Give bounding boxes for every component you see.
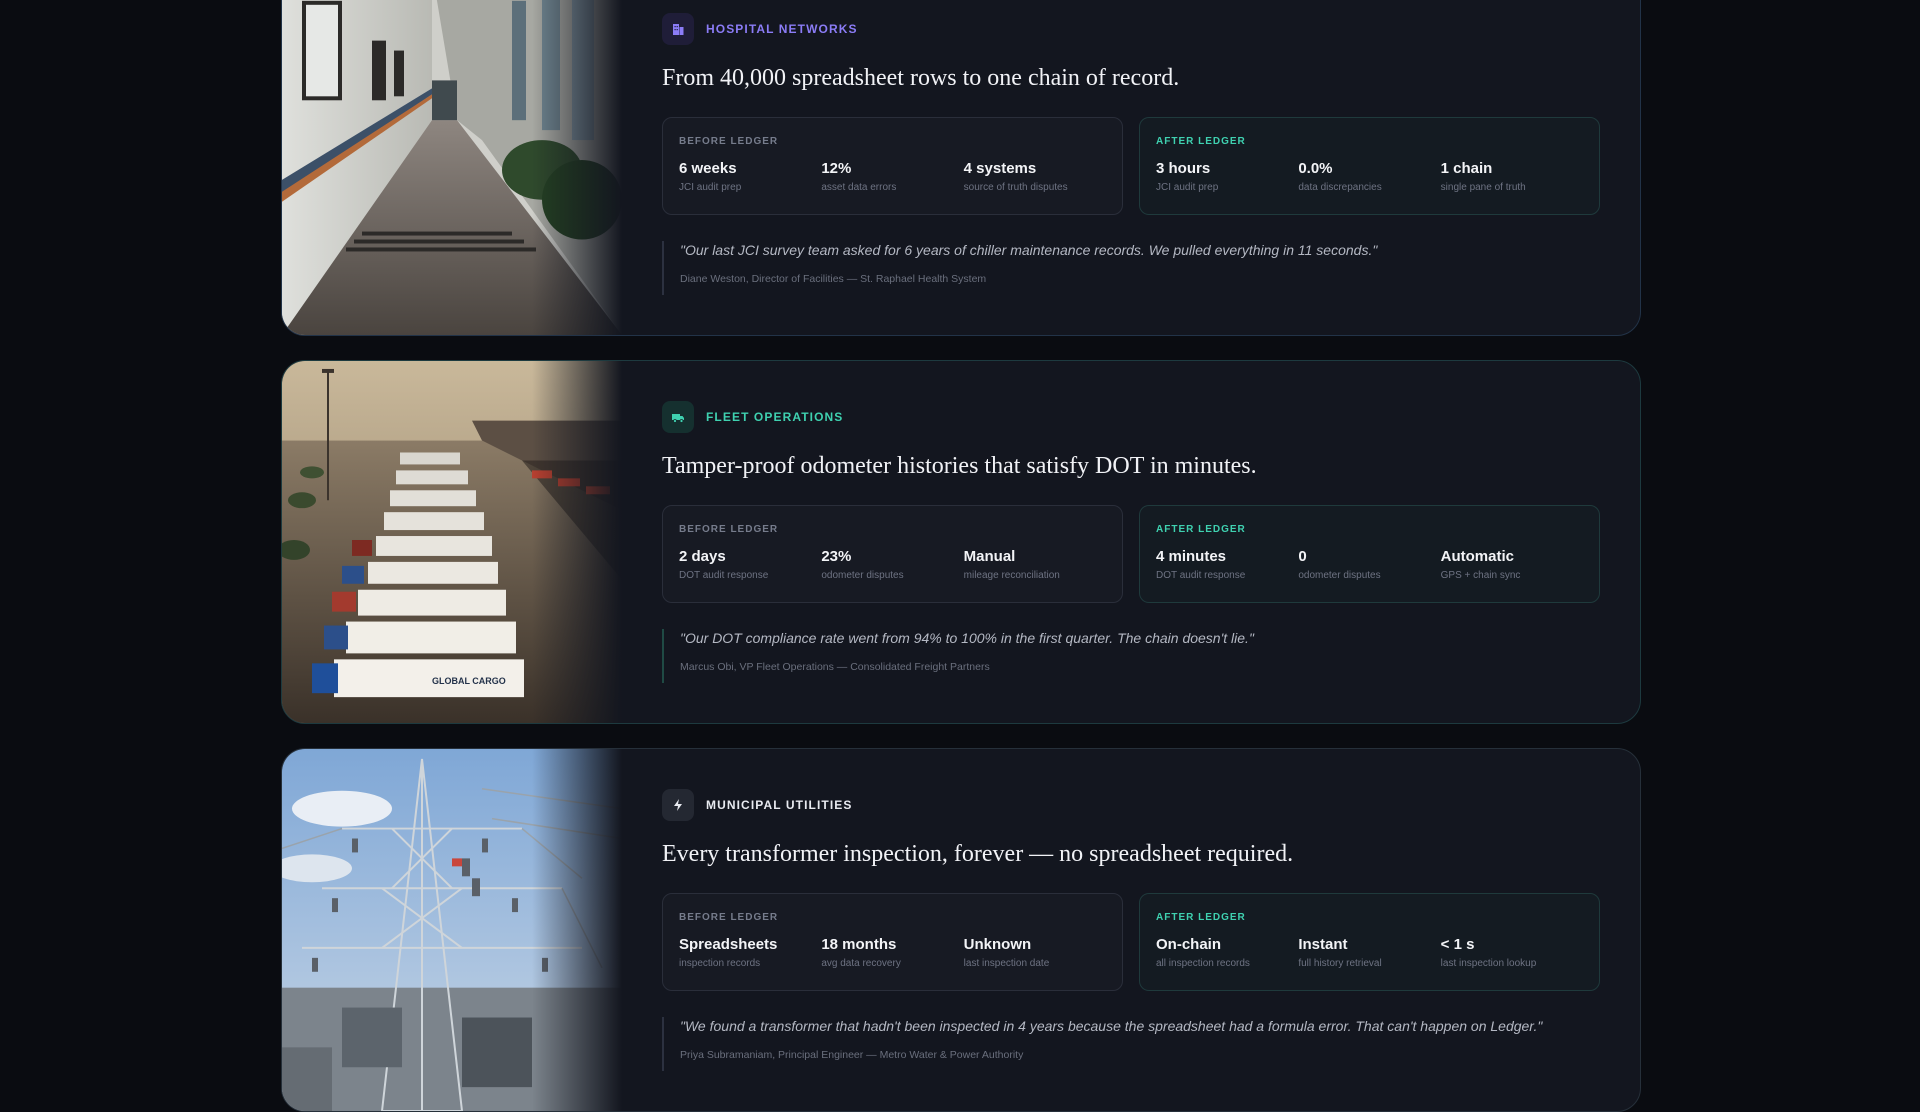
stat: Spreadsheets inspection records [679, 936, 821, 969]
stat: 18 months avg data recovery [821, 936, 963, 969]
stat-label: last inspection lookup [1440, 958, 1537, 969]
stat: On-chain all inspection records [1156, 936, 1298, 969]
stat-value: 4 minutes [1156, 548, 1227, 565]
panel-title: BEFORE LEDGER [679, 912, 779, 923]
stat-label: avg data recovery [821, 958, 901, 969]
industry-tag: HOSPITAL NETWORKS [662, 13, 1600, 45]
stat-value: On-chain [1156, 936, 1222, 953]
stat-value: Spreadsheets [679, 936, 778, 953]
stat-value: 3 hours [1156, 160, 1211, 177]
quote-attribution: Diane Weston, Director of Facilities — S… [680, 273, 987, 285]
stat: Instant full history retrieval [1298, 936, 1440, 969]
stat: 4 systems source of truth disputes [964, 160, 1106, 193]
testimonial-quote: "We found a transformer that hadn't been… [662, 1017, 1600, 1071]
stat-value: Manual [963, 548, 1016, 565]
stat-label: source of truth disputes [963, 182, 1068, 193]
testimonial-quote: "Our DOT compliance rate went from 94% t… [662, 629, 1600, 683]
stat-value: 2 days [679, 548, 726, 565]
fleet-case-study-card: GLOBAL CARGO FLEET OPERATIONS Tamper-pro… [281, 360, 1641, 724]
stat-value: Unknown [963, 936, 1032, 953]
stat-label: odometer disputes [821, 570, 904, 581]
stat-value: Automatic [1440, 548, 1514, 565]
after-ledger-panel: AFTER LEDGER 3 hours JCI audit prep 0.0% d… [1139, 117, 1600, 215]
stat: 4 minutes DOT audit response [1156, 548, 1298, 581]
before-ledger-panel: BEFORE LEDGER Spreadsheets inspection rec… [662, 893, 1123, 991]
case-headline: Tamper-proof odometer histories that sat… [662, 453, 1257, 479]
stat-label: JCI audit prep [1156, 182, 1219, 193]
stat-value: 23% [821, 548, 852, 565]
stat-value: Instant [1298, 936, 1348, 953]
fleet-content: FLEET OPERATIONS Tamper-proof odometer h… [662, 401, 1600, 683]
industry-tag-label: HOSPITAL NETWORKS [706, 22, 858, 36]
hospital-content: HOSPITAL NETWORKS From 40,000 spreadshee… [662, 13, 1600, 295]
stat-label: GPS + chain sync [1440, 570, 1521, 581]
truck-fleet-photo: GLOBAL CARGO [282, 361, 622, 723]
stat-label: mileage reconciliation [963, 570, 1060, 581]
electrical-substation-photo [282, 749, 622, 1111]
stat-value: 6 weeks [679, 160, 737, 177]
quote-attribution: Marcus Obi, VP Fleet Operations — Consol… [680, 661, 990, 673]
stat: 6 weeks JCI audit prep [679, 160, 821, 193]
trailer-text: GLOBAL CARGO [432, 676, 506, 686]
testimonial-quote: "Our last JCI survey team asked for 6 ye… [662, 241, 1600, 295]
stat: 1 chain single pane of truth [1441, 160, 1583, 193]
truck-icon [662, 401, 694, 433]
stat-label: full history retrieval [1298, 958, 1382, 969]
stat: 3 hours JCI audit prep [1156, 160, 1298, 193]
before-ledger-panel: BEFORE LEDGER 2 days DOT audit response 2… [662, 505, 1123, 603]
panel-title: BEFORE LEDGER [679, 524, 779, 535]
hospital-case-study-card: HOSPITAL NETWORKS From 40,000 spreadshee… [281, 0, 1641, 336]
stat-label: DOT audit response [679, 570, 769, 581]
panel-title: AFTER LEDGER [1156, 912, 1246, 923]
stat: 0.0% data discrepancies [1298, 160, 1440, 193]
stat-label: inspection records [679, 958, 761, 969]
stat-label: data discrepancies [1298, 182, 1382, 193]
stat: 2 days DOT audit response [679, 548, 821, 581]
after-ledger-panel: AFTER LEDGER On-chain all inspection reco… [1139, 893, 1600, 991]
industry-tag: FLEET OPERATIONS [662, 401, 1600, 433]
industry-tag: MUNICIPAL UTILITIES [662, 789, 1600, 821]
stat-label: asset data errors [821, 182, 897, 193]
quote-text: "Our DOT compliance rate went from 94% t… [680, 630, 1254, 646]
industry-tag-label: MUNICIPAL UTILITIES [706, 798, 853, 812]
stat-label: JCI audit prep [679, 182, 742, 193]
before-ledger-panel: BEFORE LEDGER 6 weeks JCI audit prep 12% a… [662, 117, 1123, 215]
panel-title: AFTER LEDGER [1156, 136, 1246, 147]
stat: 12% asset data errors [821, 160, 963, 193]
stat: Manual mileage reconciliation [964, 548, 1106, 581]
stat: Automatic GPS + chain sync [1441, 548, 1583, 581]
panel-title: AFTER LEDGER [1156, 524, 1246, 535]
stat-label: single pane of truth [1440, 182, 1526, 193]
utilities-case-study-card: MUNICIPAL UTILITIES Every transformer in… [281, 748, 1641, 1112]
stat-label: DOT audit response [1156, 570, 1246, 581]
stat-value: 4 systems [963, 160, 1037, 177]
stat: 23% odometer disputes [821, 548, 963, 581]
stat-value: 0.0% [1298, 160, 1333, 177]
case-headline: From 40,000 spreadsheet rows to one chai… [662, 65, 1180, 91]
stat-value: 12% [821, 160, 852, 177]
panel-title: BEFORE LEDGER [679, 136, 779, 147]
stat-label: all inspection records [1156, 958, 1250, 969]
stat-label: odometer disputes [1298, 570, 1381, 581]
stat-label: last inspection date [963, 958, 1050, 969]
hospital-corridor-photo [282, 0, 622, 335]
hospital-building-icon [662, 13, 694, 45]
quote-attribution: Priya Subramaniam, Principal Engineer — … [680, 1049, 1024, 1061]
quote-text: "Our last JCI survey team asked for 6 ye… [680, 242, 1378, 258]
stat-value: 1 chain [1440, 160, 1493, 177]
utilities-content: MUNICIPAL UTILITIES Every transformer in… [662, 789, 1600, 1071]
lightning-bolt-icon [662, 789, 694, 821]
stat: Unknown last inspection date [964, 936, 1106, 969]
industry-tag-label: FLEET OPERATIONS [706, 410, 844, 424]
stat-value: 18 months [821, 936, 897, 953]
after-ledger-panel: AFTER LEDGER 4 minutes DOT audit response… [1139, 505, 1600, 603]
stat-value: < 1 s [1440, 936, 1475, 953]
quote-text: "We found a transformer that hadn't been… [680, 1018, 1543, 1034]
stat: < 1 s last inspection lookup [1441, 936, 1583, 969]
stat-value: 0 [1298, 548, 1307, 565]
case-headline: Every transformer inspection, forever — … [662, 841, 1294, 867]
stat: 0 odometer disputes [1298, 548, 1440, 581]
